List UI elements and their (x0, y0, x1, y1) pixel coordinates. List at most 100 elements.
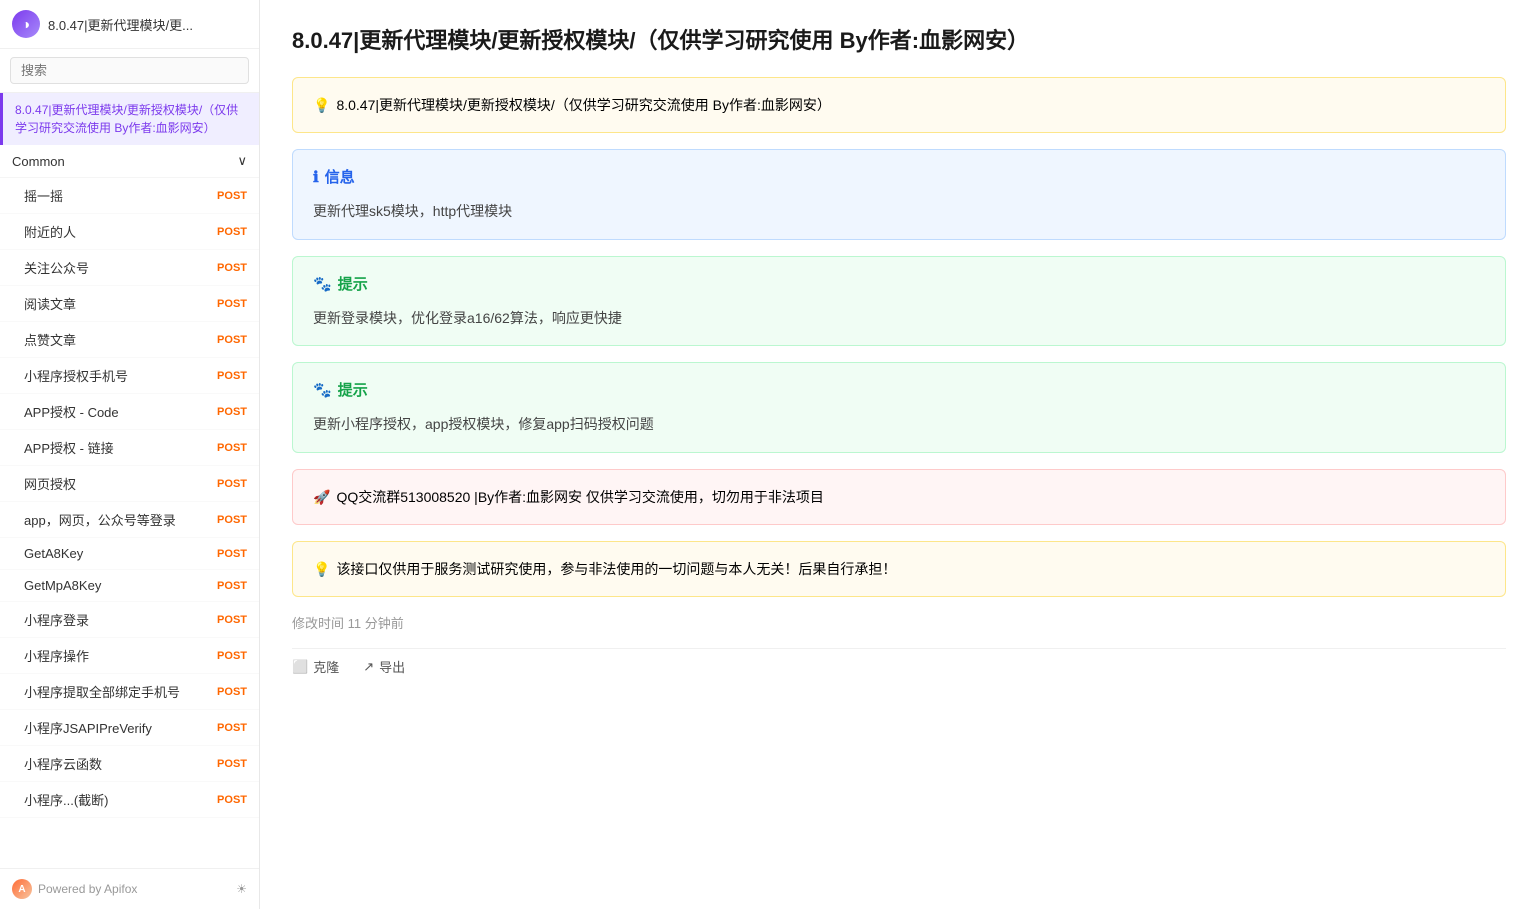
method-badge: POST (217, 650, 247, 662)
nav-item-label: GetMpA8Key (24, 578, 101, 593)
nav-item-label: 阅读文章 (24, 294, 76, 313)
nav-item-label: 小程序...(截断) (24, 790, 109, 809)
method-badge: POST (217, 580, 247, 592)
card-body: 更新代理sk5模块，http代理模块 (313, 200, 1485, 222)
method-badge: POST (217, 334, 247, 346)
nav-item-label: APP授权 - 链接 (24, 438, 114, 457)
sidebar-nav-item[interactable]: 网页授权POST (0, 466, 259, 502)
nav-item-label: 小程序登录 (24, 610, 89, 629)
method-badge: POST (217, 548, 247, 560)
sidebar-header: ◑ 8.0.47|更新代理模块/更... (0, 0, 259, 49)
nav-item-label: 点赞文章 (24, 330, 76, 349)
theme-toggle-icon[interactable]: ☀ (236, 882, 247, 896)
method-badge: POST (217, 406, 247, 418)
method-badge: POST (217, 722, 247, 734)
action-label: 克隆 (313, 657, 339, 676)
card-icon: 🐾 (313, 379, 332, 403)
apifox-logo-icon: A (12, 879, 32, 899)
card-body: 更新登录模块，优化登录a16/62算法，响应更快捷 (313, 307, 1485, 329)
card-icon: 💡 (313, 561, 330, 577)
sidebar-nav-item[interactable]: APP授权 - Code POST (0, 394, 259, 430)
nav-item-label: app，网页，公众号等登录 (24, 510, 176, 529)
chevron-down-icon: ∨ (237, 153, 247, 169)
main-content: 8.0.47|更新代理模块/更新授权模块/（仅供学习研究使用 By作者:血影网安… (260, 0, 1538, 909)
section-label: Common (12, 154, 65, 169)
action-icon: ⬜ (292, 659, 308, 675)
method-badge: POST (217, 370, 247, 382)
sidebar-nav-item[interactable]: 阅读文章 POST (0, 286, 259, 322)
nav-item-label: 小程序授权手机号 (24, 366, 128, 385)
cards-container: 💡 8.0.47|更新代理模块/更新授权模块/（仅供学习研究交流使用 By作者:血… (292, 77, 1506, 597)
apifox-label: Powered by Apifox (38, 882, 137, 896)
method-badge: POST (217, 614, 247, 626)
sidebar-nav-item[interactable]: 附近的人 POST (0, 214, 259, 250)
content-card: ℹ信息更新代理sk5模块，http代理模块 (292, 149, 1506, 239)
sidebar-nav-item[interactable]: 点赞文章 POST (0, 322, 259, 358)
nav-item-label: 小程序JSAPIPreVerify (24, 718, 152, 737)
card-title: ℹ信息 (313, 166, 1485, 190)
sidebar-nav-item[interactable]: GetMpA8Key POST (0, 570, 259, 602)
page-title: 8.0.47|更新代理模块/更新授权模块/（仅供学习研究使用 By作者:血影网安… (292, 24, 1506, 57)
action-bar: ⬜ 克隆 ↗ 导出 (292, 648, 1506, 676)
sidebar-nav-item[interactable]: 摇一摇 POST (0, 178, 259, 214)
sidebar-nav-item[interactable]: 小程序操作 POST (0, 638, 259, 674)
content-card: 🐾提示更新登录模块，优化登录a16/62算法，响应更快捷 (292, 256, 1506, 346)
sidebar-nav-item[interactable]: 小程序提取全部绑定手机号 POST (0, 674, 259, 710)
clone-button[interactable]: ⬜ 克隆 (292, 657, 339, 676)
modify-time: 修改时间 11 分钟前 (292, 613, 1506, 632)
sidebar-nav-item[interactable]: 小程序登录 POST (0, 602, 259, 638)
nav-item-label: 摇一摇 (24, 186, 63, 205)
card-content: QQ交流群513008520 |By作者:血影网安 仅供学习交流使用，切勿用于非… (336, 489, 824, 505)
sidebar-nav-item[interactable]: 小程序云函数 POST (0, 746, 259, 782)
sidebar-nav-item[interactable]: 小程序...(截断) POST (0, 782, 259, 818)
method-badge: POST (217, 478, 247, 490)
method-badge: POST (217, 686, 247, 698)
apifox-branding: A Powered by Apifox (12, 879, 137, 899)
content-card: 🐾提示更新小程序授权，app授权模块，修复app扫码授权问题 (292, 362, 1506, 452)
card-icon: 💡 (313, 97, 330, 113)
content-card: 💡 该接口仅供用于服务测试研究使用，参与非法使用的一切问题与本人无关！后果自行承担… (292, 541, 1506, 597)
card-title: 🐾提示 (313, 273, 1485, 297)
search-input[interactable] (10, 57, 249, 84)
method-badge: POST (217, 758, 247, 770)
action-icon: ↗ (363, 659, 374, 675)
card-content: 该接口仅供用于服务测试研究使用，参与非法使用的一切问题与本人无关！后果自行承担！ (336, 561, 896, 577)
nav-item-label: APP授权 - Code (24, 402, 119, 421)
app-logo: ◑ (12, 10, 40, 38)
nav-item-label: 小程序操作 (24, 646, 89, 665)
card-icon: 🚀 (313, 489, 330, 505)
method-badge: POST (217, 514, 247, 526)
export-button[interactable]: ↗ 导出 (363, 657, 405, 676)
sidebar-section-common[interactable]: Common ∨ (0, 145, 259, 178)
nav-item-label: 小程序提取全部绑定手机号 (24, 682, 180, 701)
method-badge: POST (217, 794, 247, 806)
nav-item-label: 关注公众号 (24, 258, 89, 277)
card-content: 8.0.47|更新代理模块/更新授权模块/（仅供学习研究交流使用 By作者:血影… (336, 97, 830, 113)
method-badge: POST (217, 298, 247, 310)
sidebar: ◑ 8.0.47|更新代理模块/更... 8.0.47|更新代理模块/更新授权模… (0, 0, 260, 909)
card-title: 🐾提示 (313, 379, 1485, 403)
content-card: 💡 8.0.47|更新代理模块/更新授权模块/（仅供学习研究交流使用 By作者:血… (292, 77, 1506, 133)
card-icon: ℹ (313, 166, 319, 190)
action-label: 导出 (379, 657, 405, 676)
method-badge: POST (217, 190, 247, 202)
sidebar-nav-item[interactable]: 小程序授权手机号 POST (0, 358, 259, 394)
sidebar-nav-item[interactable]: 关注公众号POST (0, 250, 259, 286)
sidebar-active-item[interactable]: 8.0.47|更新代理模块/更新授权模块/（仅供学习研究交流使用 By作者:血影… (0, 93, 259, 145)
content-card: 🚀 QQ交流群513008520 |By作者:血影网安 仅供学习交流使用，切勿用于… (292, 469, 1506, 525)
nav-item-label: GetA8Key (24, 546, 83, 561)
sidebar-nav-item[interactable]: 小程序JSAPIPreVerify POST (0, 710, 259, 746)
method-badge: POST (217, 226, 247, 238)
card-icon: 🐾 (313, 273, 332, 297)
sidebar-nav: 摇一摇POST附近的人POST关注公众号POST阅读文章POST点赞文章POST… (0, 178, 259, 868)
sidebar-nav-item[interactable]: APP授权 - 链接 POST (0, 430, 259, 466)
sidebar-search-container (0, 49, 259, 93)
method-badge: POST (217, 442, 247, 454)
nav-item-label: 附近的人 (24, 222, 76, 241)
nav-item-label: 小程序云函数 (24, 754, 102, 773)
sidebar-title: 8.0.47|更新代理模块/更... (48, 15, 193, 34)
sidebar-nav-item[interactable]: app，网页，公众号等登录 POST (0, 502, 259, 538)
card-body: 更新小程序授权，app授权模块，修复app扫码授权问题 (313, 413, 1485, 435)
sidebar-footer: A Powered by Apifox ☀ (0, 868, 259, 909)
sidebar-nav-item[interactable]: GetA8Key POST (0, 538, 259, 570)
